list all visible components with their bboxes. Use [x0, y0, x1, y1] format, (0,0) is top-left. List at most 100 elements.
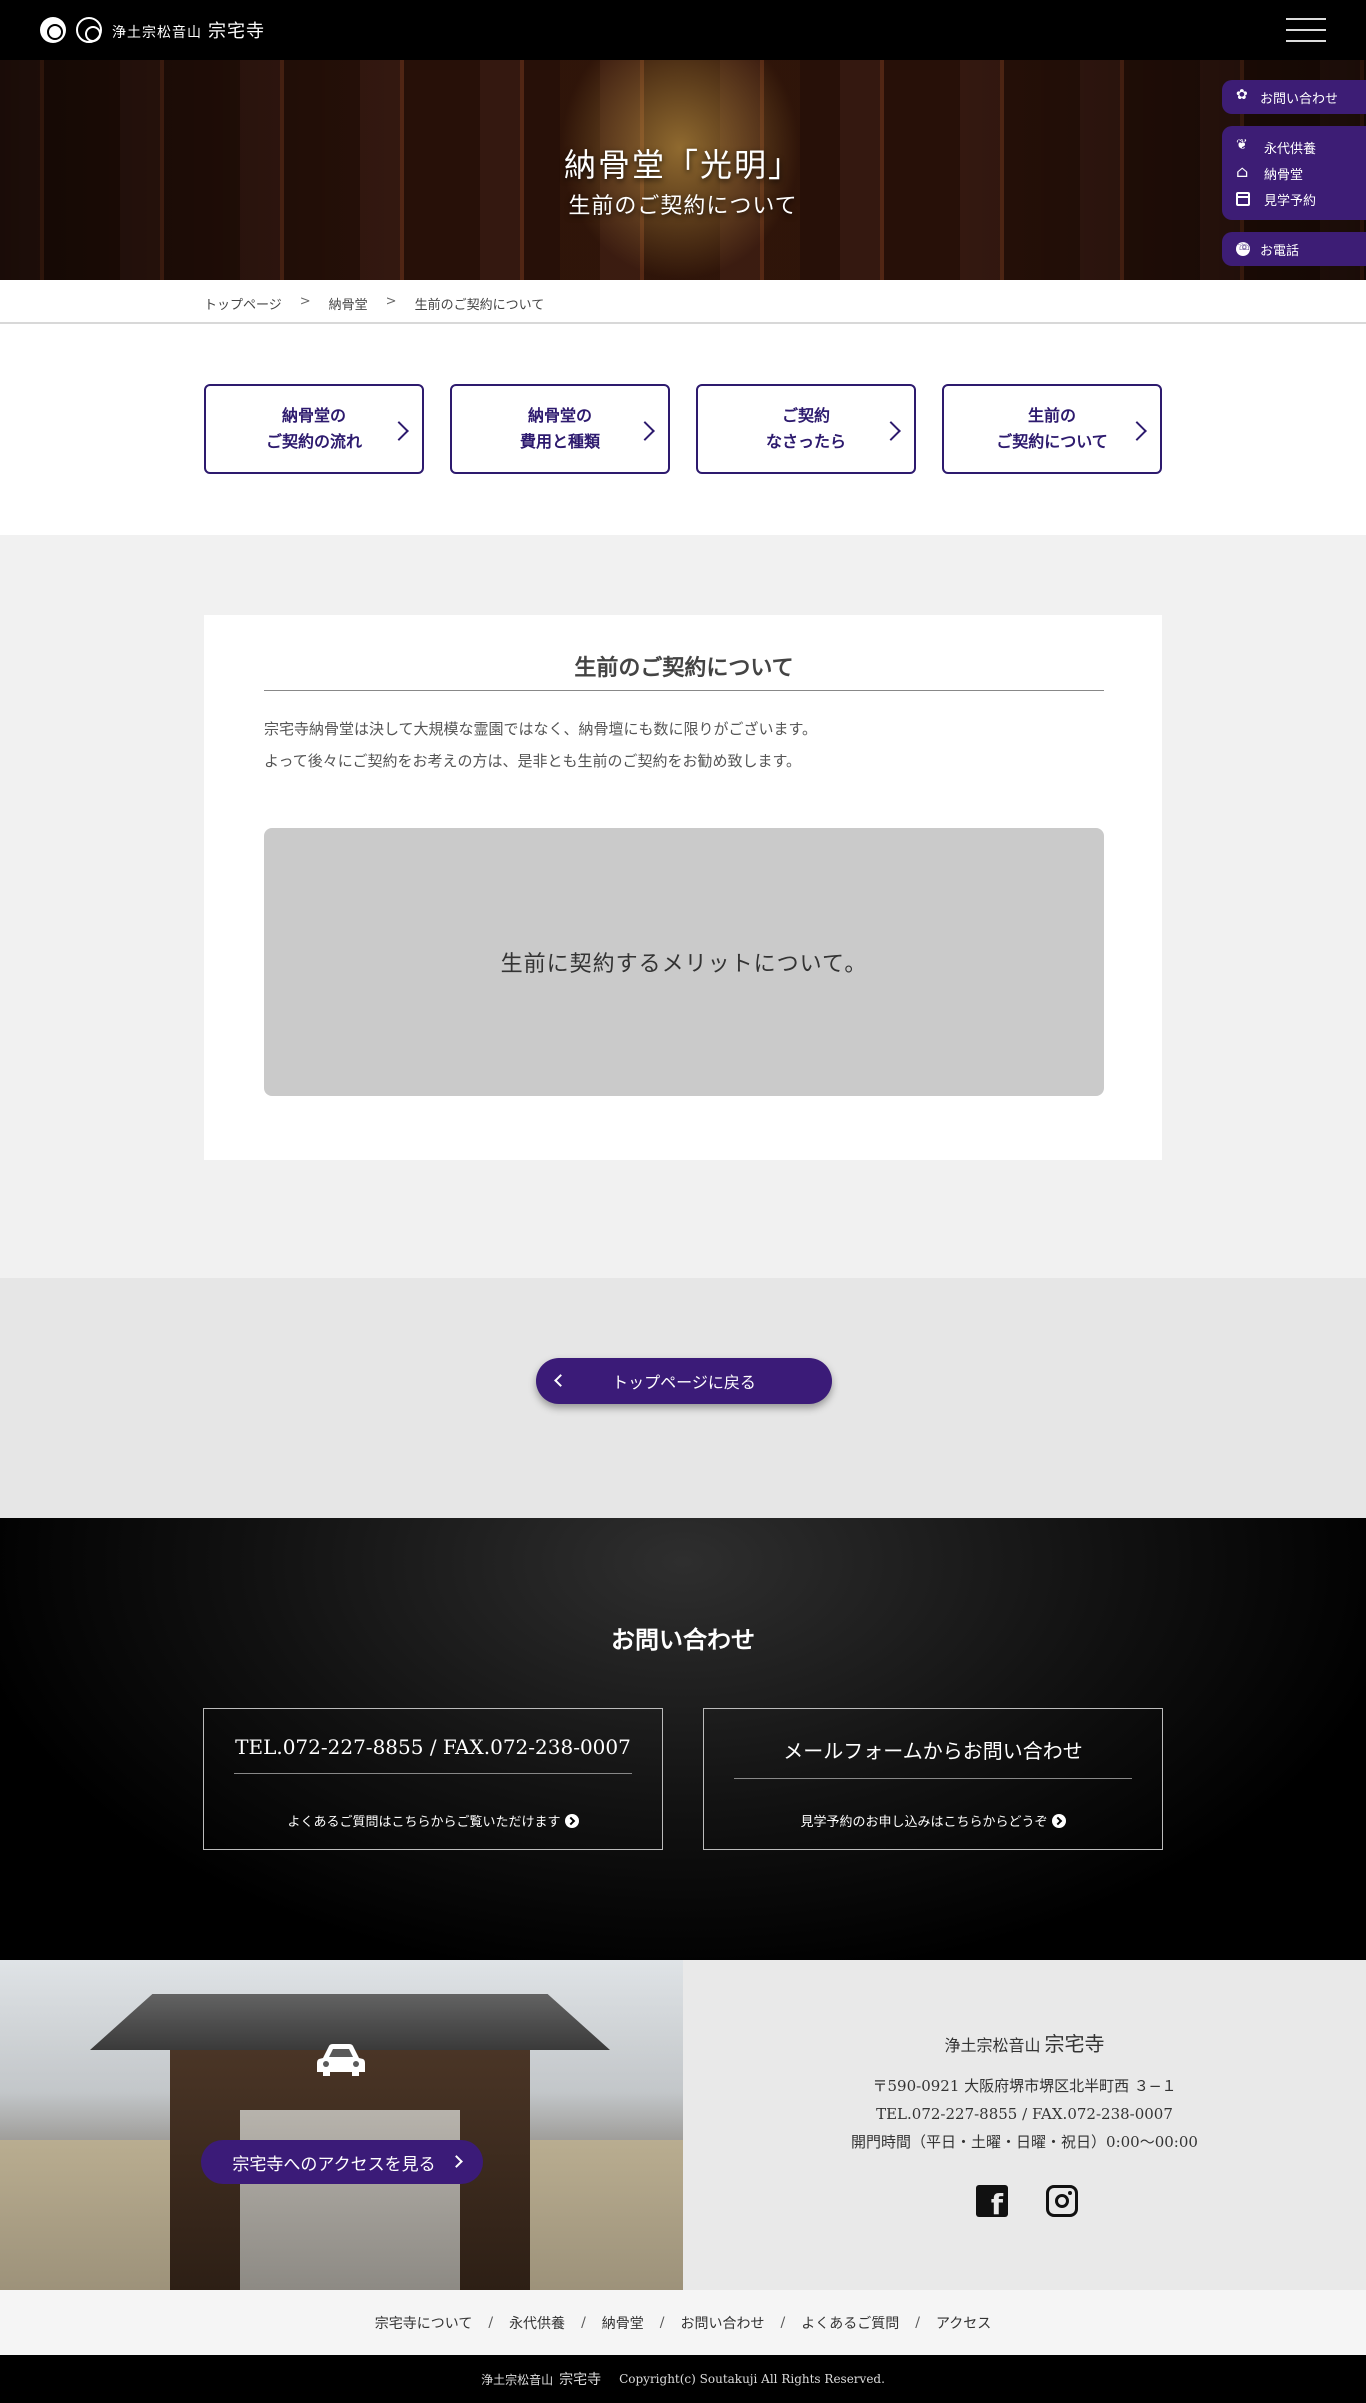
card-contract-flow[interactable]: 納骨堂の ご契約の流れ — [204, 384, 424, 474]
side-floating-nav: お問い合わせ 永代供養 納骨堂 見学予約 お電話 — [1222, 80, 1366, 278]
card-label: 納骨堂の 費用と種類 — [519, 406, 600, 451]
hero-banner: 納骨堂「光明」 生前のご契約について — [0, 60, 1366, 280]
temple-address: 〒590-0921 大阪府堺市堺区北半町西 ３−１ — [872, 2077, 1177, 2095]
breadcrumb-bar: トップページ > 納骨堂 > 生前のご契約について — [0, 280, 1366, 324]
card-label: 生前の ご契約について — [996, 406, 1108, 451]
side-menu-group: 永代供養 納骨堂 見学予約 — [1222, 126, 1366, 220]
footer-separator: / — [581, 2314, 586, 2331]
access-button[interactable]: 宗宅寺へのアクセスを見る — [201, 2140, 483, 2184]
subpage-nav-cards: 納骨堂の ご契約の流れ 納骨堂の 費用と種類 ご契約 なさったら 生前の ご契約… — [204, 384, 1162, 474]
house-icon — [1236, 162, 1250, 181]
temple-gate-photo — [0, 1960, 683, 2290]
page-title: 納骨堂「光明」 — [563, 146, 802, 184]
footer-link-about[interactable]: 宗宅寺について — [375, 2313, 473, 2333]
side-item-label: 永代供養 — [1264, 141, 1317, 157]
footer-separator: / — [488, 2314, 494, 2331]
footer-link-eitai-kuyo[interactable]: 永代供養 — [509, 2313, 565, 2333]
copyright-name-small: 浄土宗松音山 — [481, 2373, 554, 2387]
instagram-icon[interactable] — [1046, 2185, 1078, 2217]
content-panel: 生前のご契約について 宗宅寺納骨堂は決して大規模な霊園ではなく、納骨壇にも数に限… — [204, 615, 1162, 1160]
breadcrumb-home[interactable]: トップページ — [204, 294, 282, 313]
body-paragraph: 宗宅寺納骨堂は決して大規模な霊園ではなく、納骨壇にも数に限りがございます。 — [264, 720, 818, 738]
contact-mail-sub: 見学予約のお申し込みはこちらからどうぞ — [704, 1811, 1162, 1830]
car-icon — [317, 2044, 365, 2076]
social-links — [976, 2185, 1078, 2221]
side-contact-button[interactable]: お問い合わせ — [1222, 80, 1366, 114]
site-header: 浄土宗松音山 宗宅寺 — [0, 0, 1366, 60]
contact-mail: メールフォームからお問い合わせ — [734, 1735, 1132, 1779]
section-title: 生前のご契約について — [264, 650, 1104, 691]
arrow-circle-icon — [564, 1814, 579, 1828]
chevron-right-icon — [389, 421, 409, 441]
side-item-eitai-kuyo[interactable]: 永代供養 — [1222, 134, 1366, 160]
chevron-right-icon — [1127, 421, 1147, 441]
chevron-right-icon — [881, 421, 901, 441]
contact-mail-box[interactable]: メールフォームからお問い合わせ 見学予約のお申し込みはこちらからどうぞ — [703, 1708, 1163, 1850]
breadcrumb-separator: > — [385, 294, 397, 309]
side-phone-button[interactable]: お電話 — [1222, 232, 1366, 266]
body-paragraph: よって後々にご契約をお考えの方は、是非とも生前のご契約をお勧め致します。 — [264, 752, 802, 770]
section-body: 宗宅寺納骨堂は決して大規模な霊園ではなく、納骨壇にも数に限りがございます。 よっ… — [264, 713, 1104, 777]
card-cost-types[interactable]: 納骨堂の 費用と種類 — [450, 384, 670, 474]
footer-nav: 宗宅寺について / 永代供養 / 納骨堂 / お問い合わせ / よくあるご質問 … — [0, 2290, 1366, 2355]
temple-name: 浄土宗松音山 宗宅寺 — [683, 2028, 1366, 2057]
temple-name-small: 浄土宗松音山 — [944, 2036, 1041, 2055]
footer-link-faq[interactable]: よくあるご質問 — [801, 2313, 899, 2333]
flower-icon — [1236, 87, 1250, 104]
side-phone-label: お電話 — [1260, 243, 1300, 259]
breadcrumb-separator: > — [299, 294, 311, 309]
site-logo[interactable]: 浄土宗松音山 宗宅寺 — [40, 17, 265, 43]
footer-link-access[interactable]: アクセス — [936, 2313, 991, 2333]
phone-icon — [1236, 239, 1252, 256]
chevron-right-icon — [450, 2155, 463, 2168]
chevron-left-icon — [554, 1374, 567, 1387]
brand-large: 宗宅寺 — [208, 21, 265, 42]
temple-hours: 開門時間（平日・土曜・日曜・祝日）0:00〜00:00 — [851, 2133, 1198, 2151]
temple-crest-alt-icon — [76, 17, 102, 43]
facebook-icon[interactable] — [976, 2185, 1008, 2221]
temple-tel-fax: TEL.072-227-8855 / FAX.072-238-0007 — [876, 2105, 1173, 2123]
page-subtitle: 生前のご契約について — [568, 194, 798, 219]
side-item-visit-reservation[interactable]: 見学予約 — [1222, 186, 1366, 212]
breadcrumb-current: 生前のご契約について — [414, 298, 545, 313]
chevron-right-icon — [635, 421, 655, 441]
breadcrumb-nokotsudo[interactable]: 納骨堂 — [329, 294, 368, 313]
temple-crest-icon — [40, 17, 66, 43]
side-item-label: 納骨堂 — [1264, 167, 1304, 183]
contact-tel-sub-text: よくあるご質問はこちらからご覧いただけます — [287, 1815, 561, 1830]
arrow-circle-icon — [1051, 1814, 1066, 1828]
side-item-label: 見学予約 — [1264, 193, 1317, 209]
card-label: ご契約 なさったら — [765, 406, 846, 451]
temple-info: 浄土宗松音山 宗宅寺 〒590-0921 大阪府堺市堺区北半町西 ３−１ TEL.… — [683, 1960, 1366, 2290]
contact-tel-sub: よくあるご質問はこちらからご覧いただけます — [204, 1811, 662, 1830]
copyright-text: Copyright(c) Soutakuji All Rights Reserv… — [619, 2372, 885, 2386]
brand-small: 浄土宗松音山 — [112, 25, 202, 41]
copyright-name: 浄土宗松音山 宗宅寺 — [481, 2369, 601, 2389]
hamburger-menu-icon[interactable] — [1286, 18, 1326, 42]
lotus-icon — [1236, 137, 1250, 154]
copyright-name-large: 宗宅寺 — [559, 2372, 602, 2388]
brand-name: 浄土宗松音山 宗宅寺 — [112, 17, 265, 43]
footer-link-contact[interactable]: お問い合わせ — [681, 2313, 765, 2333]
card-after-contract[interactable]: ご契約 なさったら — [696, 384, 916, 474]
contact-mail-sub-text: 見学予約のお申し込みはこちらからどうぞ — [800, 1815, 1048, 1830]
footer-link-nokotsudo[interactable]: 納骨堂 — [602, 2313, 644, 2333]
card-label: 納骨堂の ご契約の流れ — [265, 406, 362, 451]
merit-box[interactable]: 生前に契約するメリットについて。 — [264, 828, 1104, 1096]
contact-title: お問い合わせ — [611, 1625, 755, 1654]
calendar-icon — [1236, 192, 1250, 206]
footer-separator: / — [780, 2314, 786, 2331]
temple-name-large: 宗宅寺 — [1044, 2032, 1105, 2056]
access-button-label: 宗宅寺へのアクセスを見る — [232, 2154, 436, 2175]
breadcrumb: トップページ > 納骨堂 > 生前のご契約について — [204, 294, 544, 313]
copyright-bar: 浄土宗松音山 宗宅寺 Copyright(c) Soutakuji All Rig… — [0, 2355, 1366, 2403]
side-item-nokotsudo[interactable]: 納骨堂 — [1222, 160, 1366, 186]
contact-tel-fax: TEL.072-227-8855 / FAX.072-238-0007 — [234, 1735, 632, 1774]
contact-phone-box[interactable]: TEL.072-227-8855 / FAX.072-238-0007 よくある… — [203, 1708, 663, 1850]
side-contact-label: お問い合わせ — [1260, 91, 1339, 107]
footer-separator: / — [659, 2314, 665, 2331]
back-to-top-button[interactable]: トップページに戻る — [536, 1358, 832, 1404]
footer-separator: / — [915, 2314, 920, 2331]
temple-details: 〒590-0921 大阪府堺市堺区北半町西 ３−１ TEL.072-227-88… — [683, 2072, 1366, 2156]
card-pre-need-contract[interactable]: 生前の ご契約について — [942, 384, 1162, 474]
